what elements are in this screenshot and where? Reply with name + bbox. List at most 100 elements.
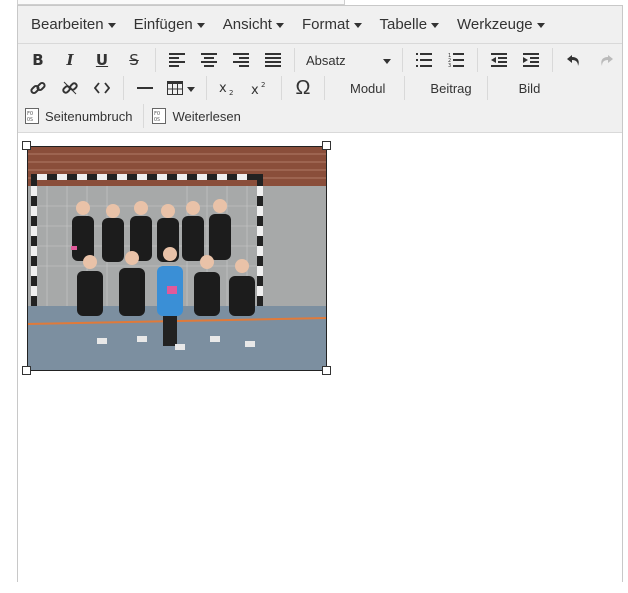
toolbar-separator [402,48,404,72]
toolbar-separator [293,48,295,72]
toolbar-separator [143,104,145,128]
align-center-icon [200,53,217,67]
bullet-list-button[interactable] [411,47,437,73]
unlink-button[interactable] [57,75,83,101]
align-right-button[interactable] [228,47,254,73]
block-format-value: Absatz [305,52,346,68]
caret-down-icon [196,23,205,28]
beitrag-button[interactable]: Beitrag [410,75,481,101]
menu-label: Bearbeiten [31,16,104,33]
svg-text:3: 3 [448,63,451,68]
toolbar-separator [486,76,488,100]
svg-text:2: 2 [261,81,265,89]
block-format-select[interactable]: Absatz [300,47,397,73]
svg-text:OS: OS [154,117,160,123]
menu-einfuegen[interactable]: Einfügen [125,6,214,44]
italic-button[interactable]: I [57,47,83,73]
horizontal-rule-icon [137,87,153,89]
menu-label: Format [301,16,350,33]
menu-ansicht[interactable]: Ansicht [214,6,293,44]
caret-down-icon [353,23,362,28]
align-center-button[interactable] [196,47,222,73]
readmore-label: Weiterlesen [172,108,241,124]
indent-button[interactable] [518,47,544,73]
table-icon [167,81,183,95]
menu-tabelle[interactable]: Tabelle [371,6,449,44]
table-button[interactable] [164,75,198,101]
caret-down-icon [107,23,116,28]
numbered-list-button[interactable]: 123 [443,47,469,73]
pagebreak-icon: FOOS [25,108,39,124]
undo-icon [567,55,579,66]
align-justify-icon [264,53,281,67]
toolbar-separator [281,76,282,100]
caret-down-icon [187,86,195,92]
toolbar-separator [123,76,124,100]
menubar: Bearbeiten Einfügen Ansicht Format Tabel… [18,6,622,44]
toolbar-row-3: FO OS Seitenumbruch FO OS Weiterlesen [18,102,622,130]
readmore-icon: FOOS [152,108,167,124]
outdent-button[interactable] [486,47,512,73]
rich-text-editor: Bearbeiten Einfügen Ansicht Format Tabel… [17,5,623,593]
resize-handle-nw[interactable] [22,141,31,150]
code-icon [94,82,110,94]
resize-handle-se[interactable] [322,366,331,375]
horizontal-rule-button[interactable] [132,75,158,101]
numbered-list-icon: 123 [448,53,465,68]
team-photo[interactable] [27,146,327,371]
team-photo-image [27,146,327,371]
align-left-button[interactable] [164,47,190,73]
svg-text:x: x [219,81,227,96]
align-justify-button[interactable] [260,47,286,73]
editor-content-area[interactable] [18,133,622,593]
caret-down-icon [275,23,284,28]
align-right-icon [232,53,249,67]
unlink-icon [62,81,78,95]
toolbar-row-1: B I U S Absatz 1 2 3 [18,46,622,74]
special-character-button[interactable]: Ω [290,75,316,101]
redo-button[interactable] [593,47,619,73]
link-button[interactable] [25,75,51,101]
menu-label: Einfügen [133,16,193,33]
indent-icon [523,53,540,67]
outdent-icon [491,53,508,67]
toolbar-separator [404,76,406,100]
toolbar-separator [324,76,325,100]
readmore-button[interactable]: FO OS Weiterlesen [152,103,246,129]
svg-text:x: x [251,83,259,96]
toolbar-separator [552,48,553,72]
menu-format[interactable]: Format [293,6,371,44]
align-left-icon [168,53,185,67]
underline-button[interactable]: U [89,47,115,73]
strikethrough-button[interactable]: S [121,47,147,73]
undo-button[interactable] [561,47,587,73]
menu-label: Werkzeuge [457,16,533,33]
caret-down-icon [536,23,545,28]
resize-handle-ne[interactable] [322,141,331,150]
bild-button[interactable]: Bild [493,75,551,101]
menu-label: Ansicht [222,16,272,33]
menu-werkzeuge[interactable]: Werkzeuge [448,6,554,44]
link-icon [30,81,46,95]
toolbar-row-2: x2 x2 Ω Modul Beitrag Bild [18,74,622,102]
caret-down-icon [383,58,392,64]
toolbar: B I U S Absatz 1 2 3 x 2 x 2 Ω Modul Bei… [18,44,622,133]
svg-text:OS: OS [27,117,33,123]
resize-handle-sw[interactable] [22,366,31,375]
caret-down-icon [431,23,440,28]
bullet-list-icon [416,53,433,67]
superscript-button[interactable]: x2 [247,75,273,101]
menu-label: Tabelle [379,16,428,33]
toolbar-separator [155,48,156,72]
pagebreak-label: Seitenumbruch [45,108,133,124]
code-button[interactable] [89,75,115,101]
subscript-button[interactable]: x2 [215,75,241,101]
menu-bearbeiten[interactable]: Bearbeiten [22,6,125,44]
svg-text:2: 2 [229,89,233,96]
bold-button[interactable]: B [25,47,51,73]
pagebreak-button[interactable]: FO OS Seitenumbruch [25,103,138,129]
modul-button[interactable]: Modul [330,75,399,101]
redo-icon [601,55,613,66]
toolbar-separator [206,76,207,100]
subscript-icon: x2 [219,81,233,96]
